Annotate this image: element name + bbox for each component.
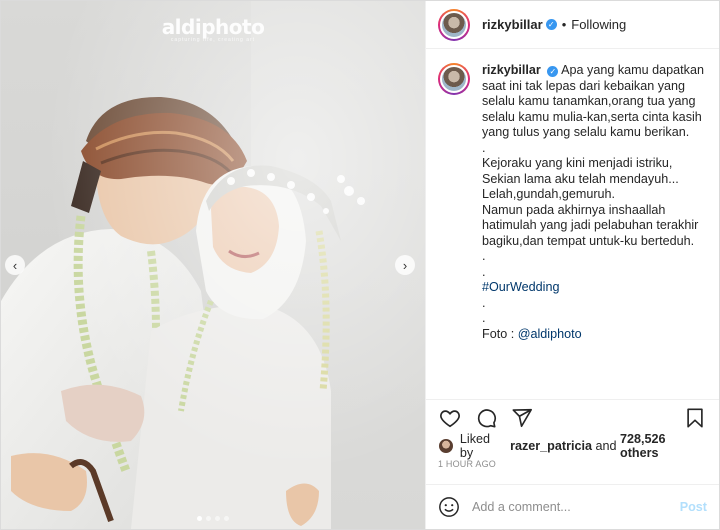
share-button[interactable] (510, 406, 534, 430)
carousel-dot (215, 516, 220, 521)
carousel-dot (197, 516, 202, 521)
credit-prefix: Foto : (482, 326, 518, 341)
action-bar (426, 399, 719, 435)
bookmark-icon (687, 407, 703, 428)
comment-icon (477, 408, 497, 428)
likes-count[interactable]: 728,526 others (620, 432, 707, 460)
caption-line: Lelah,gundah,gemuruh. (482, 187, 616, 201)
caption-line: Namun pada akhirnya inshaallah hatimulah… (482, 202, 699, 248)
caption-username[interactable]: rizkybillar (482, 63, 541, 77)
caption-line: . (482, 264, 486, 279)
like-button[interactable] (438, 406, 462, 430)
carousel-dot (206, 516, 211, 521)
post-header: rizkybillar ✓ • Following (426, 1, 719, 49)
carousel-prev-button[interactable]: ‹ (5, 255, 25, 275)
caption-line: . (482, 295, 486, 310)
heart-icon (440, 409, 460, 427)
verified-badge-icon: ✓ (545, 19, 557, 30)
post-sidebar: rizkybillar ✓ • Following rizkybillar ✓ … (425, 1, 719, 529)
comment-button[interactable] (474, 406, 498, 430)
verified-badge-icon: ✓ (547, 66, 559, 77)
chevron-left-icon: ‹ (12, 257, 18, 273)
add-comment-bar: Post (426, 485, 719, 529)
post-photo[interactable]: aldiphoto capturing life, creating art ‹… (1, 1, 425, 529)
caption-line: Sekian lama aku telah mendayuh... (482, 171, 679, 186)
photographer-watermark: aldiphoto capturing life, creating art (1, 15, 425, 43)
caption-line: . (482, 140, 486, 155)
avatar[interactable] (438, 8, 470, 41)
caption-section: rizkybillar ✓ Apa yang kamu dapatkan saa… (426, 49, 719, 399)
avatar[interactable] (438, 63, 470, 95)
chevron-right-icon: › (402, 257, 408, 273)
comment-input[interactable] (472, 500, 680, 514)
following-button[interactable]: Following (571, 17, 626, 32)
header-separator: • (561, 17, 567, 32)
caption-line: . (482, 249, 486, 263)
carousel-indicator (1, 516, 425, 521)
liker-avatar[interactable] (438, 438, 454, 454)
carousel-next-button[interactable]: › (395, 255, 415, 275)
photo-light-overlay (1, 1, 425, 529)
carousel-dot (224, 516, 229, 521)
watermark-tagline: capturing life, creating art (170, 37, 256, 43)
caption-line: rizkybillar ✓ Apa yang kamu dapatkan saa… (482, 63, 707, 141)
post-comment-button[interactable]: Post (680, 500, 707, 514)
share-icon (512, 408, 532, 427)
post-timestamp[interactable]: 1 HOUR AGO (426, 457, 719, 485)
liker-username[interactable]: razer_patricia (510, 439, 592, 453)
likes-and: and (595, 439, 617, 453)
emoji-icon[interactable] (438, 496, 460, 518)
caption-line: . (482, 311, 486, 325)
likes-prefix: Liked by (459, 432, 491, 460)
caption-line: Kejoraku yang kini menjadi istriku, (482, 156, 673, 170)
caption-text: rizkybillar ✓ Apa yang kamu dapatkan saa… (482, 63, 707, 399)
instagram-post: aldiphoto capturing life, creating art ‹… (0, 0, 720, 530)
hashtag-link[interactable]: #OurWedding (482, 280, 707, 296)
save-button[interactable] (683, 406, 707, 430)
caption-line: Foto : @aldiphoto (482, 327, 707, 343)
mention-link[interactable]: @aldiphoto (518, 327, 582, 341)
header-username[interactable]: rizkybillar (482, 17, 543, 32)
likes-summary: Liked by razer_patricia and 728,526 othe… (426, 432, 719, 460)
watermark-logo: aldiphoto (161, 15, 265, 39)
